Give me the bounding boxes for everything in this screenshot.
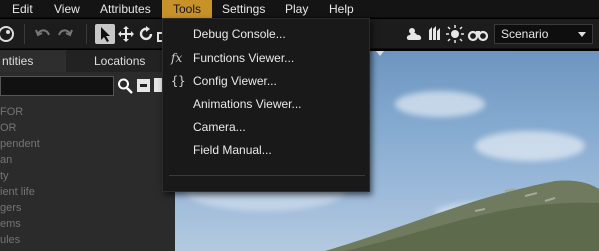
function-icon: fx (171, 51, 183, 65)
menu-item-label: Functions Viewer... (193, 51, 295, 65)
sun-icon[interactable] (445, 25, 465, 43)
collapse-all-button[interactable] (137, 79, 150, 92)
menu-separator (169, 175, 365, 176)
braces-icon: {} (171, 74, 186, 88)
search-row (0, 76, 175, 96)
menu-edit[interactable]: Edit (12, 0, 33, 18)
menu-item-camera[interactable]: Camera... (163, 116, 369, 139)
menu-bar: Edit View Attributes Tools Settings Play… (0, 0, 599, 18)
menu-item-animations-viewer[interactable]: Animations Viewer... (163, 93, 369, 116)
binoculars-icon[interactable] (467, 26, 489, 42)
tree-item[interactable]: ty (0, 170, 9, 183)
tree-item[interactable]: ient life (0, 186, 35, 199)
menu-item-label: Field Manual... (193, 143, 272, 157)
toolbar-separator (24, 24, 25, 44)
select-tool-button[interactable] (95, 24, 115, 44)
filter-icon[interactable] (154, 78, 162, 92)
menu-item-label: Debug Console... (193, 27, 286, 41)
entities-panel: ntities Locations FOR OR pendent an ty i… (0, 50, 175, 251)
menu-attributes[interactable]: Attributes (100, 0, 151, 18)
cursor-arrow-icon (101, 27, 110, 42)
menu-play[interactable]: Play (285, 0, 308, 18)
tree-item[interactable]: FOR (0, 106, 23, 119)
menu-help[interactable]: Help (329, 0, 354, 18)
menu-tools[interactable]: Tools (162, 0, 213, 18)
weather-cloud-icon[interactable] (406, 26, 426, 42)
search-icon[interactable] (117, 77, 133, 95)
menu-item-label: Camera... (193, 120, 246, 134)
tree-item[interactable]: an (0, 154, 12, 167)
move-icon[interactable] (117, 25, 135, 43)
tree-item[interactable]: OR (0, 122, 17, 135)
tree-item[interactable]: gers (0, 202, 21, 215)
menu-item-label: Animations Viewer... (193, 97, 302, 111)
menu-item-debug-console[interactable]: Debug Console... (163, 23, 369, 46)
tools-menu-dropdown: Debug Console... fx Functions Viewer... … (162, 18, 370, 192)
menu-item-config-viewer[interactable]: {} Config Viewer... (163, 70, 369, 93)
undo-icon[interactable] (34, 25, 52, 43)
menu-view[interactable]: View (54, 0, 80, 18)
steam-icon[interactable] (0, 25, 15, 43)
search-input[interactable] (0, 76, 114, 96)
menu-settings[interactable]: Settings (222, 0, 265, 18)
tree-item[interactable]: ules (0, 234, 20, 247)
minus-icon (140, 84, 147, 87)
redo-icon[interactable] (56, 25, 74, 43)
forest-icon[interactable] (427, 26, 443, 42)
chevron-down-icon[interactable] (376, 51, 384, 56)
panel-tabs: ntities Locations (0, 50, 175, 72)
scenario-select-value: Scenario (501, 27, 549, 41)
tree-item[interactable]: ems (0, 218, 21, 231)
scenario-select[interactable]: Scenario (494, 24, 593, 44)
chevron-down-icon (578, 32, 586, 37)
tab-entities[interactable]: ntities (0, 50, 66, 72)
menu-item-label: Config Viewer... (193, 74, 277, 88)
tab-locations[interactable]: Locations (94, 50, 145, 72)
rotate-icon[interactable] (137, 25, 155, 43)
toolbar-separator (86, 24, 87, 44)
tree-item[interactable]: pendent (0, 138, 40, 151)
menu-item-field-manual[interactable]: Field Manual... (163, 139, 369, 162)
menu-item-functions-viewer[interactable]: fx Functions Viewer... (163, 47, 369, 70)
